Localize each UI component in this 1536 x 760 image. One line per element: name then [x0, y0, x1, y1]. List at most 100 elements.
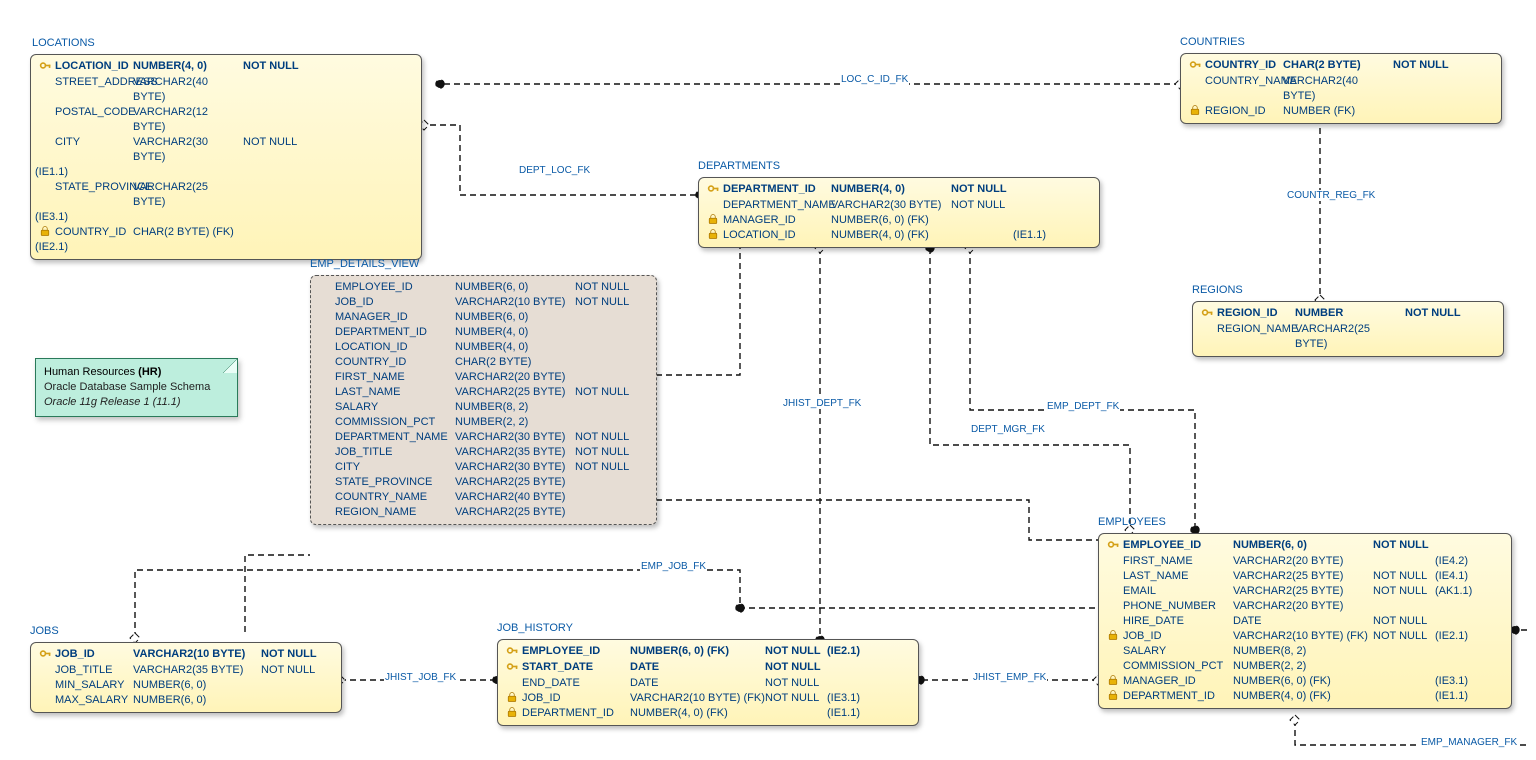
- column-name: LAST_NAME: [335, 385, 455, 400]
- column-index: [827, 676, 869, 691]
- employees-title: EMPLOYEES: [1098, 516, 1166, 528]
- column-name: MANAGER_ID: [335, 310, 455, 325]
- blank-icon: [315, 370, 335, 385]
- column-name: REGION_NAME: [335, 505, 455, 520]
- column-index: [1435, 659, 1477, 674]
- column-type: NUMBER(4, 0): [455, 340, 575, 355]
- blank-icon: [315, 415, 335, 430]
- column-notnull: [1373, 659, 1435, 674]
- column-notnull: NOT NULL: [1373, 538, 1435, 554]
- column-type: NUMBER(4, 0) (FK): [630, 706, 765, 721]
- column-type: CHAR(2 BYTE) (FK): [133, 225, 243, 240]
- column-type: NUMBER(4, 0) (FK): [1233, 689, 1373, 704]
- column-index: [1435, 538, 1477, 554]
- job-history-entity[interactable]: EMPLOYEE_IDNUMBER(6, 0) (FK)NOT NULL(IE2…: [497, 639, 919, 726]
- column-row: CITYVARCHAR2(30 BYTE)NOT NULL: [311, 460, 656, 475]
- column-name: JOB_TITLE: [335, 445, 455, 460]
- locations-entity[interactable]: LOCATION_IDNUMBER(4, 0)NOT NULLSTREET_AD…: [30, 54, 422, 260]
- column-notnull: NOT NULL: [1393, 58, 1455, 74]
- key-icon: [703, 182, 723, 198]
- column-notnull: NOT NULL: [1373, 614, 1435, 629]
- column-type: VARCHAR2(35 BYTE): [133, 663, 261, 678]
- column-notnull: NOT NULL: [765, 676, 827, 691]
- key-icon: [35, 59, 55, 75]
- column-notnull: [575, 475, 637, 490]
- regions-entity[interactable]: REGION_IDNUMBERNOT NULLREGION_NAMEVARCHA…: [1192, 301, 1504, 357]
- column-type: VARCHAR2(30 BYTE): [133, 135, 243, 165]
- column-name: CITY: [335, 460, 455, 475]
- column-name: COMMISSION_PCT: [1123, 659, 1233, 674]
- column-index: (AK1.1): [1435, 584, 1477, 599]
- column-index: (IE1.1): [35, 165, 55, 180]
- column-type: NUMBER(4, 0): [831, 182, 951, 198]
- column-notnull: NOT NULL: [1373, 584, 1435, 599]
- column-notnull: NOT NULL: [261, 647, 321, 663]
- column-notnull: [765, 706, 827, 721]
- countries-entity[interactable]: COUNTRY_IDCHAR(2 BYTE)NOT NULLCOUNTRY_NA…: [1180, 53, 1502, 124]
- column-notnull: NOT NULL: [261, 663, 321, 678]
- column-index: (IE1.1): [1013, 228, 1055, 243]
- column-type: VARCHAR2(12 BYTE): [133, 105, 243, 135]
- locations-title: LOCATIONS: [32, 37, 95, 49]
- column-notnull: [243, 180, 305, 210]
- column-type: VARCHAR2(10 BYTE): [455, 295, 575, 310]
- lock-icon: [703, 213, 723, 228]
- column-type: CHAR(2 BYTE): [455, 355, 575, 370]
- fk-label-loc-c: LOC_C_ID_FK: [840, 74, 909, 85]
- column-row: MANAGER_IDNUMBER(6, 0) (FK): [699, 213, 1099, 228]
- lock-icon: [1103, 689, 1123, 704]
- note-line3: Oracle 11g Release 1 (11.1): [44, 396, 181, 408]
- departments-entity[interactable]: DEPARTMENT_IDNUMBER(4, 0)NOT NULLDEPARTM…: [698, 177, 1100, 248]
- column-notnull: [575, 370, 637, 385]
- column-notnull: [243, 75, 305, 105]
- note-title: Human Resources (HR)Human Resources (HR): [44, 366, 161, 378]
- column-row: MIN_SALARYNUMBER(6, 0): [31, 678, 341, 693]
- jobs-entity[interactable]: JOB_IDVARCHAR2(10 BYTE)NOT NULLJOB_TITLE…: [30, 642, 342, 713]
- column-name: EMPLOYEE_ID: [522, 644, 630, 660]
- column-name: MANAGER_ID: [723, 213, 831, 228]
- column-name: JOB_ID: [522, 691, 630, 706]
- blank-icon: [315, 355, 335, 370]
- column-type: VARCHAR2(20 BYTE): [455, 370, 575, 385]
- column-notnull: [1373, 554, 1435, 569]
- column-row: CITYVARCHAR2(30 BYTE)NOT NULL(IE1.1): [31, 135, 421, 180]
- column-name: SALARY: [1123, 644, 1233, 659]
- column-type: VARCHAR2(40 BYTE): [133, 75, 243, 105]
- column-notnull: [575, 490, 637, 505]
- column-row: COMMISSION_PCTNUMBER(2, 2): [311, 415, 656, 430]
- column-notnull: [575, 415, 637, 430]
- blank-icon: [315, 385, 335, 400]
- column-type: NUMBER(6, 0): [455, 280, 575, 295]
- column-type: VARCHAR2(25 BYTE): [455, 475, 575, 490]
- column-row: STREET_ADDRESSVARCHAR2(40 BYTE): [31, 75, 421, 105]
- column-name: EMAIL: [1123, 584, 1233, 599]
- column-notnull: [1393, 104, 1455, 119]
- note-line2: Oracle Database Sample Schema: [44, 381, 210, 393]
- fk-label-emp-dept: EMP_DEPT_FK: [1046, 401, 1120, 412]
- column-row: DEPARTMENT_IDNUMBER(4, 0) (FK)(IE1.1): [1099, 689, 1511, 704]
- column-index: [1013, 198, 1055, 213]
- column-type: NUMBER(6, 0): [133, 693, 261, 708]
- fk-label-dept-loc: DEPT_LOC_FK: [518, 165, 591, 176]
- column-notnull: [575, 505, 637, 520]
- blank-icon: [315, 295, 335, 310]
- column-index: [1435, 599, 1477, 614]
- column-name: STATE_PROVINCE: [335, 475, 455, 490]
- column-name: LAST_NAME: [1123, 569, 1233, 584]
- column-type: NUMBER(4, 0) (FK): [831, 228, 951, 243]
- column-name: PHONE_NUMBER: [1123, 599, 1233, 614]
- column-name: CITY: [55, 135, 133, 165]
- column-row: FIRST_NAMEVARCHAR2(20 BYTE): [311, 370, 656, 385]
- blank-icon: [35, 75, 55, 105]
- column-type: NUMBER(6, 0): [455, 310, 575, 325]
- column-name: EMPLOYEE_ID: [1123, 538, 1233, 554]
- column-notnull: NOT NULL: [1405, 306, 1467, 322]
- blank-icon: [315, 490, 335, 505]
- column-notnull: NOT NULL: [575, 445, 637, 460]
- emp-details-view-entity[interactable]: EMPLOYEE_IDNUMBER(6, 0)NOT NULLJOB_IDVAR…: [310, 275, 657, 525]
- column-name: JOB_ID: [335, 295, 455, 310]
- employees-entity[interactable]: EMPLOYEE_IDNUMBER(6, 0)NOT NULLFIRST_NAM…: [1098, 533, 1512, 709]
- key-icon: [502, 660, 522, 676]
- blank-icon: [315, 460, 335, 475]
- column-row: MANAGER_IDNUMBER(6, 0): [311, 310, 656, 325]
